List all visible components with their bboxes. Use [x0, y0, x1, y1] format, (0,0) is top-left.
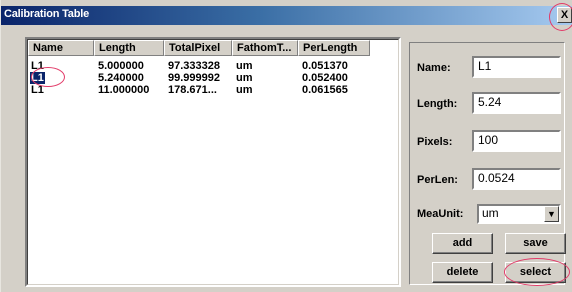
meaunit-value: um [482, 206, 499, 220]
save-button[interactable]: save [505, 233, 566, 254]
calibration-list[interactable]: Name Length TotalPixel FathomT... PerLen… [25, 37, 401, 287]
cell-length: 5.000000 [98, 60, 144, 72]
cell-totalpixel: 178.671... [168, 84, 217, 96]
annotation-circle-close [549, 3, 572, 31]
cell-perlength: 0.051370 [302, 60, 348, 72]
length-field[interactable]: 5.24 [472, 92, 561, 114]
column-header-length[interactable]: Length [94, 40, 164, 56]
perlen-label: PerLen: [417, 174, 458, 186]
meaunit-label: MeaUnit: [417, 208, 464, 220]
pixels-label: Pixels: [417, 136, 453, 148]
cell-unit: um [236, 60, 253, 72]
length-label: Length: [417, 98, 458, 110]
calibration-list-body: Name Length TotalPixel FathomT... PerLen… [27, 39, 399, 285]
add-button[interactable]: add [432, 233, 493, 254]
cell-totalpixel: 97.333328 [168, 60, 220, 72]
column-header-perlength[interactable]: PerLength [298, 40, 370, 56]
cell-unit: um [236, 84, 253, 96]
delete-button[interactable]: delete [432, 262, 493, 283]
annotation-circle-selected-row [31, 67, 65, 87]
name-field[interactable]: L1 [472, 56, 561, 78]
cell-perlength: 0.061565 [302, 84, 348, 96]
chevron-down-icon[interactable]: ▼ [544, 206, 559, 222]
cell-length: 5.240000 [98, 72, 144, 84]
annotation-circle-select-button [504, 258, 570, 286]
cell-length: 11.000000 [98, 84, 150, 96]
title-bar[interactable]: Calibration Table X [1, 6, 572, 25]
cell-totalpixel: 99.999992 [168, 72, 220, 84]
pixels-field[interactable]: 100 [472, 130, 561, 152]
column-header-fathomt[interactable]: FathomT... [232, 40, 298, 56]
column-header-name[interactable]: Name [28, 40, 94, 56]
column-header-totalpixel[interactable]: TotalPixel [164, 40, 232, 56]
calibration-table-window: Calibration Table X Name Length TotalPix… [0, 0, 572, 292]
cell-unit: um [236, 72, 253, 84]
perlen-field[interactable]: 0.0524 [472, 168, 561, 190]
window-title: Calibration Table [4, 8, 90, 20]
cell-perlength: 0.052400 [302, 72, 348, 84]
meaunit-select[interactable]: um ▼ [477, 204, 561, 224]
name-label: Name: [417, 62, 451, 74]
